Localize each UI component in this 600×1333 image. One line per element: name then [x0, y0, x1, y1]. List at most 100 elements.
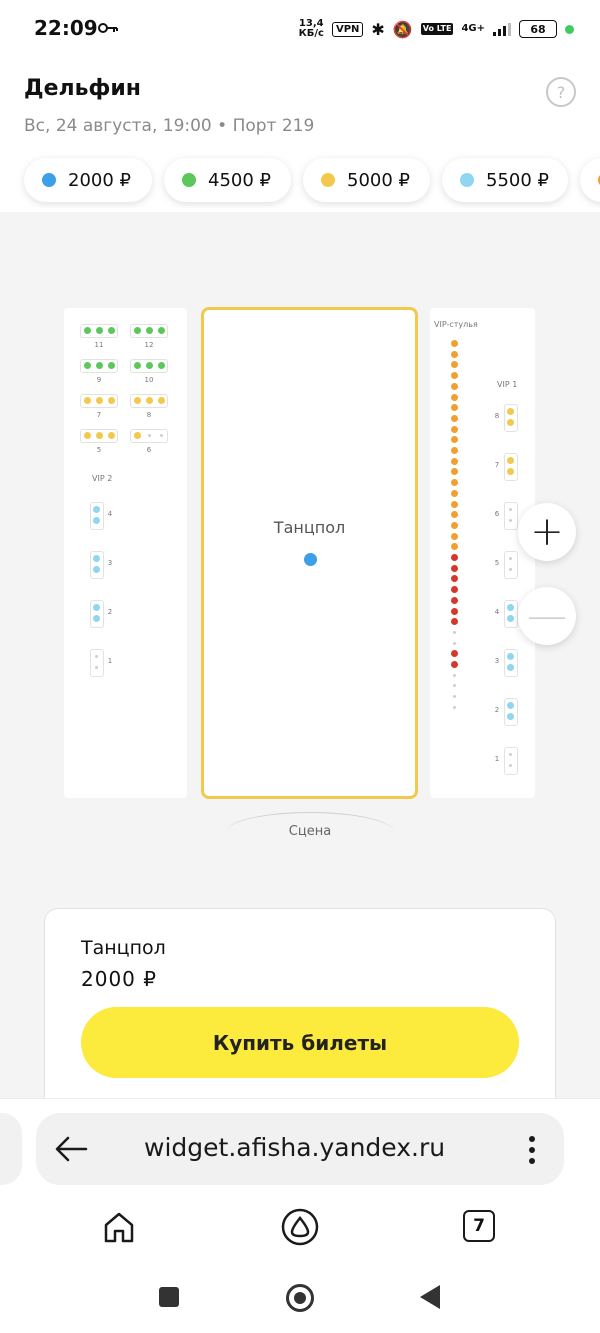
recents-icon[interactable] [159, 1287, 179, 1307]
vip-seat[interactable] [507, 468, 514, 475]
price-chip-5000[interactable]: 5000 ₽ [303, 158, 430, 202]
seat[interactable] [158, 397, 165, 404]
seat[interactable] [108, 432, 115, 439]
vip-chair[interactable] [451, 404, 458, 412]
vip-chair[interactable] [451, 414, 458, 422]
vip-chair[interactable] [451, 618, 458, 626]
seat[interactable] [134, 432, 141, 439]
vip-chair[interactable] [451, 447, 458, 454]
signal-icon [493, 22, 511, 36]
vip-chair[interactable] [451, 457, 458, 465]
vip-chair[interactable] [451, 425, 458, 433]
vip-chair[interactable] [451, 650, 458, 658]
vip-chair [453, 705, 456, 709]
seat[interactable] [84, 362, 91, 369]
vip-chair[interactable] [451, 575, 458, 583]
vip-chair[interactable] [451, 543, 458, 551]
vip-chair[interactable] [451, 436, 458, 444]
seat[interactable] [158, 327, 165, 334]
back-arrow-icon[interactable] [54, 1135, 88, 1163]
vip-seat[interactable] [93, 517, 100, 524]
vip-chair[interactable] [451, 586, 458, 594]
seat[interactable] [158, 362, 165, 369]
vip-seat[interactable] [93, 615, 100, 622]
vip-chair[interactable] [451, 521, 458, 529]
seat[interactable] [146, 362, 153, 369]
previous-tab-preview[interactable] [0, 1113, 22, 1185]
url-text[interactable]: widget.afisha.yandex.ru [144, 1133, 445, 1162]
vip-seat[interactable] [507, 457, 514, 464]
seat[interactable] [96, 432, 103, 439]
vip-chair[interactable] [451, 500, 458, 508]
vip-chair[interactable] [451, 340, 458, 347]
vip-chair[interactable] [451, 393, 458, 401]
vip-seat[interactable] [507, 604, 514, 611]
zoom-in-button[interactable]: + [518, 503, 576, 561]
vip-chair[interactable] [451, 361, 458, 369]
vip-chair[interactable] [451, 607, 458, 615]
vip-chair[interactable] [451, 564, 458, 572]
seat[interactable] [146, 397, 153, 404]
vip-chair[interactable] [451, 382, 458, 390]
home-icon[interactable] [102, 1210, 136, 1244]
vip-seat[interactable] [507, 713, 514, 720]
seat[interactable] [84, 327, 91, 334]
dancefloor-price-dot[interactable] [304, 553, 317, 566]
vip-chair[interactable] [451, 489, 458, 497]
zoom-out-button[interactable]: — [518, 587, 576, 645]
price-chip-partial[interactable] [580, 158, 600, 202]
seat[interactable] [134, 327, 141, 334]
price-chip-label: 2000 ₽ [68, 169, 131, 191]
seat[interactable] [84, 432, 91, 439]
tabs-count-icon[interactable]: 7 [463, 1210, 495, 1242]
seat[interactable] [108, 327, 115, 334]
dancefloor-zone[interactable]: Танцпол [201, 307, 418, 799]
seat[interactable] [146, 327, 153, 334]
seat[interactable] [84, 397, 91, 404]
price-color-dot [182, 173, 196, 187]
minus-icon: — [527, 593, 567, 639]
vip-chair[interactable] [451, 511, 458, 519]
price-chip-2000[interactable]: 2000 ₽ [24, 158, 152, 202]
vip-chair[interactable] [451, 479, 458, 487]
vip-chair[interactable] [451, 596, 458, 604]
vip-seat[interactable] [93, 555, 100, 562]
vip-seat[interactable] [507, 653, 514, 660]
system-home-icon[interactable] [286, 1284, 314, 1312]
vip-chair[interactable] [451, 554, 458, 561]
page-title: Дельфин [24, 76, 141, 101]
price-chip-label: 4500 ₽ [208, 169, 271, 191]
vip-seat[interactable] [507, 408, 514, 415]
alice-icon[interactable] [281, 1208, 319, 1246]
help-button[interactable]: ? [546, 77, 576, 107]
seat[interactable] [96, 327, 103, 334]
seat[interactable] [96, 362, 103, 369]
vip-seat[interactable] [507, 615, 514, 622]
vip-chair[interactable] [451, 468, 458, 476]
more-vertical-icon[interactable] [528, 1135, 536, 1165]
vip-seat[interactable] [93, 506, 100, 513]
system-back-icon[interactable] [420, 1285, 440, 1309]
vip-seat[interactable] [93, 604, 100, 611]
vpn-badge: VPN [331, 21, 364, 37]
vip-seat[interactable] [507, 419, 514, 426]
buy-tickets-button[interactable]: Купить билеты [81, 1007, 519, 1078]
url-pill[interactable]: widget.afisha.yandex.ru [36, 1113, 564, 1185]
price-chip-4500[interactable]: 4500 ₽ [164, 158, 291, 202]
vip-seat [509, 753, 512, 756]
vip-seat[interactable] [507, 702, 514, 709]
vip-chair[interactable] [451, 372, 458, 380]
right-seating-panel: VIP-стулья VIP 1 8 7 6 5 4 3 2 1 [430, 308, 535, 798]
vip-chair[interactable] [451, 661, 458, 668]
seat[interactable] [108, 397, 115, 404]
seat[interactable] [134, 397, 141, 404]
seat[interactable] [108, 362, 115, 369]
stage-label: Сцена [288, 824, 332, 839]
vip-chair[interactable] [451, 350, 458, 358]
vip-seat[interactable] [93, 566, 100, 573]
seat[interactable] [96, 397, 103, 404]
vip-seat[interactable] [507, 664, 514, 671]
seat[interactable] [134, 362, 141, 369]
vip-chair[interactable] [451, 532, 458, 540]
price-chip-5500[interactable]: 5500 ₽ [442, 158, 568, 202]
